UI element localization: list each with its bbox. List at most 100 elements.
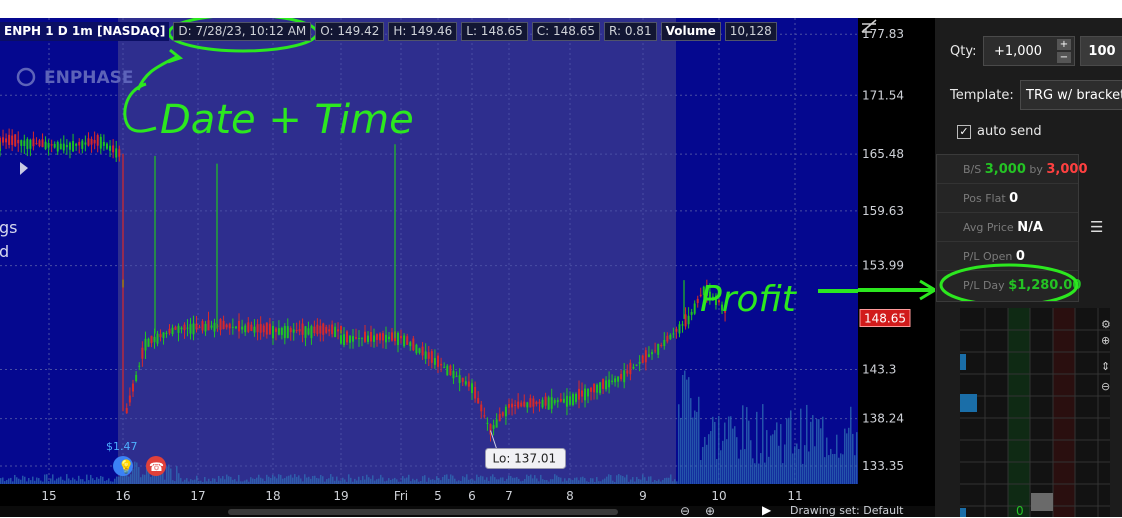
candle-body (219, 318, 222, 330)
candle-body (657, 344, 660, 355)
ladder-zoom-out-icon[interactable]: ⊖ (1101, 380, 1110, 393)
zoom-in-icon[interactable]: ⊕ (705, 504, 715, 518)
candle-body (262, 325, 265, 333)
horizontal-scrollbar[interactable] (228, 509, 618, 515)
candle-body (364, 331, 366, 342)
volume-bar (744, 449, 746, 484)
zoom-out-icon[interactable]: ⊖ (680, 504, 690, 518)
candle-body (195, 323, 198, 330)
candle-body (427, 352, 430, 359)
volume-bar (24, 476, 26, 484)
candle-body (256, 324, 259, 333)
candle-body (53, 143, 56, 148)
candle-body (247, 322, 250, 332)
volume-bar (402, 476, 404, 484)
time-tick-label: 7 (505, 489, 513, 503)
candle-body (105, 143, 108, 149)
candle-body (186, 327, 189, 329)
candle-body (632, 366, 635, 369)
qty-stepper-up-icon[interactable]: + (1057, 39, 1071, 50)
price-axis[interactable]: 177.83 171.54 165.48 159.63 153.99 143.3 138.2… (858, 18, 938, 484)
volume-bar (636, 476, 638, 484)
candle-body (596, 384, 599, 393)
watermark-ring-icon (16, 67, 36, 87)
volume-bar (466, 474, 468, 484)
candle-body (424, 351, 427, 359)
volume-bar (268, 476, 270, 484)
volume-bar (700, 459, 702, 484)
volume-bar (832, 454, 834, 484)
candle-body (599, 382, 602, 394)
candle-body (406, 336, 409, 345)
drawing-set-label[interactable]: Drawing set: Default (790, 504, 903, 517)
volume-bar (818, 419, 820, 484)
qty-stepper-down-icon[interactable]: − (1057, 52, 1071, 63)
auto-send-checkbox[interactable]: ✓ (957, 125, 971, 139)
candle-body (391, 332, 393, 341)
candle-body (44, 141, 47, 150)
candle-body (50, 144, 53, 146)
candle-body (541, 399, 544, 408)
candle-body (62, 143, 65, 151)
volume-bar (728, 416, 730, 484)
candle-body (17, 139, 20, 144)
volume-bar (330, 474, 332, 484)
ladder-center-icon[interactable]: ⇕ (1101, 360, 1110, 373)
volume-bar (714, 421, 716, 484)
volume-bar (620, 475, 622, 484)
candle-body (495, 419, 498, 428)
volume-bar (736, 437, 738, 484)
candle-body (346, 331, 348, 343)
candle-body (660, 345, 663, 347)
volume-bar (494, 477, 496, 484)
volume-bar (840, 453, 842, 484)
watermark-logo: ENPHASE (44, 68, 134, 88)
candle-body (352, 336, 354, 342)
volume-bar (526, 474, 528, 484)
volume-bar (748, 420, 750, 484)
candle-body (647, 354, 650, 358)
volume-bar (772, 434, 774, 484)
qty-preset-button[interactable]: 100 (1080, 36, 1122, 66)
ladder-settings-icon[interactable]: ⚙ (1101, 318, 1110, 331)
list-menu-icon[interactable]: ☰ (1090, 218, 1103, 236)
template-select[interactable]: TRG w/ bracket (1020, 80, 1122, 110)
candle-body (486, 422, 489, 425)
date-time-readout: D: 7/28/23, 10:12 AM (173, 22, 312, 41)
candle-body (684, 314, 687, 327)
volume-bar (368, 477, 370, 484)
time-tick-label: Fri (394, 489, 408, 503)
volume-bar (60, 476, 62, 484)
price-ladder[interactable]: 0 ⊕ ⚙ ⇕ ⊖ (960, 308, 1110, 517)
volume-bar (760, 453, 762, 484)
symbol-label[interactable]: ENPH 1 D 1m [NASDAQ] (0, 22, 170, 41)
candle-body (498, 413, 501, 422)
candle-body (421, 346, 424, 356)
price-axis-svg: 177.83 171.54 165.48 159.63 153.99 143.3 138.2… (858, 19, 938, 473)
candle-body (174, 326, 177, 330)
price-chart[interactable]: ENPHASE gs d $1.47 💡 ☎ Lo: 137.01 Date +… (0, 18, 860, 484)
candle-body (38, 140, 41, 147)
candle-body (283, 326, 286, 339)
candle-body (87, 138, 90, 146)
candle-body (150, 335, 153, 344)
volume-bar (510, 476, 512, 484)
play-icon[interactable]: ▶ (762, 503, 771, 517)
expand-arrow-icon[interactable] (20, 162, 28, 175)
candle-body (400, 335, 402, 339)
volume-bar (830, 448, 832, 484)
candle-body (578, 388, 581, 400)
volume-bar (836, 434, 838, 484)
candle-body (210, 325, 213, 328)
volume-bar (140, 477, 142, 484)
candle-body (2, 137, 5, 143)
volume-bar (450, 474, 452, 484)
price-chart-svg[interactable]: ENPHASE gs d $1.47 💡 ☎ Lo: 137.01 Date +… (0, 18, 860, 484)
ladder-zoom-in-icon[interactable]: ⊕ (1101, 334, 1110, 347)
qty-input[interactable]: +1,000 + − (983, 36, 1075, 66)
candle-body (231, 326, 234, 328)
candle-body (90, 138, 93, 145)
volume-bar (680, 417, 682, 484)
candle-body (109, 145, 112, 151)
candle-body (41, 139, 44, 148)
